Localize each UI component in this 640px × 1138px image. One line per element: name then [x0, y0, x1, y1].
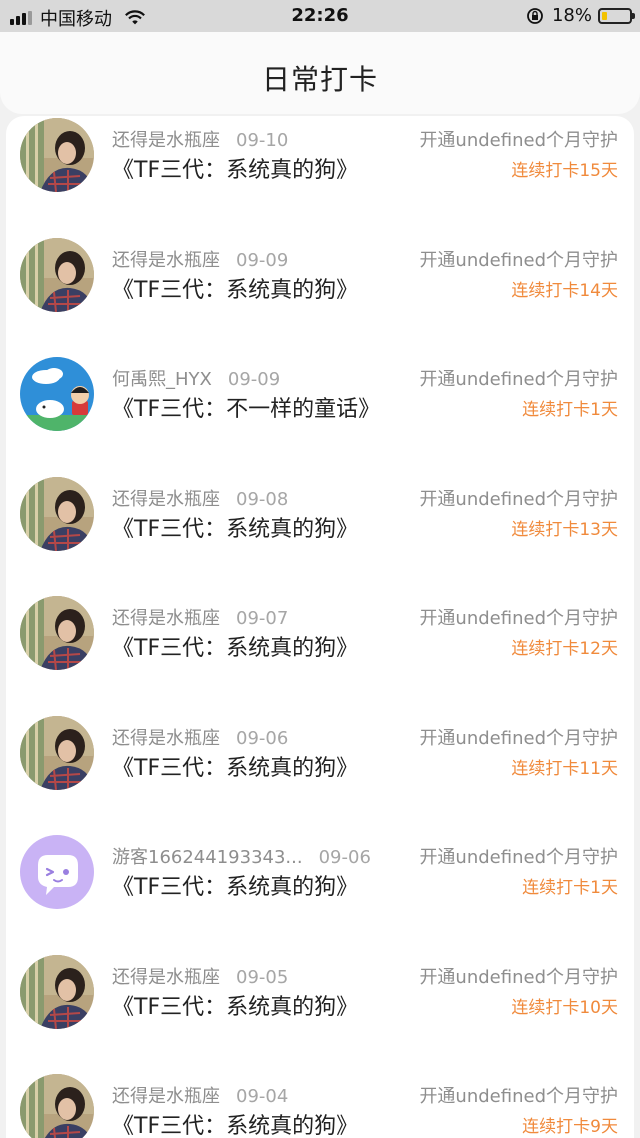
status-bar: 中国移动 22:26 18%	[0, 0, 640, 32]
checkin-item[interactable]: 还得是水瓶座 09-05 《TF三代：系统真的狗》 开通undefined个月守护连续…	[6, 953, 634, 1072]
guard-plan-label: 开通undefined个月守护	[419, 608, 618, 629]
battery-percent: 18%	[551, 5, 592, 26]
username-line: 何禹熙_HYX 09-09	[112, 365, 280, 391]
photo-avatar[interactable]	[20, 716, 94, 790]
checkin-item[interactable]: 还得是水瓶座 09-09 《TF三代：系统真的狗》 开通undefined个月守护连续…	[6, 236, 634, 355]
cartoon-avatar[interactable]	[20, 357, 94, 431]
streak-label: 连续打卡10天	[511, 998, 618, 1018]
username[interactable]: 还得是水瓶座	[112, 967, 220, 988]
username-line: 还得是水瓶座 09-06	[112, 724, 288, 750]
photo-avatar[interactable]	[20, 596, 94, 670]
streak-label: 连续打卡1天	[522, 400, 618, 420]
streak-label: 连续打卡11天	[511, 759, 618, 779]
page-title: 日常打卡	[261, 63, 378, 96]
photo-avatar[interactable]	[20, 238, 94, 312]
streak-label: 连续打卡9天	[522, 1117, 618, 1137]
guard-plan-label: 开通undefined个月守护	[419, 728, 618, 749]
username[interactable]: 还得是水瓶座	[112, 728, 220, 749]
username-line: 还得是水瓶座 09-04	[112, 1082, 288, 1108]
guard-plan-label: 开通undefined个月守护	[419, 130, 618, 151]
username-line: 还得是水瓶座 09-08	[112, 485, 288, 511]
checkin-date: 09-05	[236, 967, 289, 988]
battery-icon	[598, 7, 635, 24]
photo-avatar[interactable]	[20, 955, 94, 1029]
book-title[interactable]: 《TF三代：系统真的狗》	[112, 511, 358, 543]
book-title[interactable]: 《TF三代：系统真的狗》	[112, 869, 358, 901]
checkin-item[interactable]: 还得是水瓶座 09-08 《TF三代：系统真的狗》 开通undefined个月守护连续…	[6, 475, 634, 594]
username-line: 游客166244193343... 09-06	[112, 843, 371, 869]
guard-plan-label: 开通undefined个月守护	[419, 250, 618, 271]
checkin-date: 09-09	[227, 369, 281, 390]
checkin-date: 09-08	[236, 489, 289, 510]
checkin-date: 09-10	[236, 130, 289, 151]
book-title[interactable]: 《TF三代：系统真的狗》	[112, 989, 358, 1021]
book-title[interactable]: 《TF三代：系统真的狗》	[112, 272, 358, 304]
checkin-item[interactable]: 游客166244193343... 09-06 《TF三代：系统真的狗》 开通unde…	[6, 833, 634, 952]
checkin-item[interactable]: 还得是水瓶座 09-07 《TF三代：系统真的狗》 开通undefined个月守护连续…	[6, 594, 634, 713]
username[interactable]: 游客166244193343...	[112, 847, 303, 868]
guard-plan-label: 开通undefined个月守护	[419, 1086, 618, 1107]
username[interactable]: 还得是水瓶座	[112, 130, 220, 151]
checkin-date: 09-06	[236, 728, 289, 749]
photo-avatar[interactable]	[20, 1074, 94, 1138]
book-title[interactable]: 《TF三代：系统真的狗》	[112, 1108, 358, 1138]
book-title[interactable]: 《TF三代：系统真的狗》	[112, 750, 358, 782]
checkin-list[interactable]: 还得是水瓶座 09-10 《TF三代：系统真的狗》 开通undefined个月守护 连续…	[6, 116, 634, 1138]
streak-label: 连续打卡15天	[511, 161, 618, 181]
screen: 中国移动 22:26 18% 日常打卡 还得是水瓶座 09-10 《TF三代：系统真…	[0, 0, 640, 1138]
checkin-item[interactable]: 还得是水瓶座 09-10 《TF三代：系统真的狗》 开通undefined个月守护连续…	[6, 116, 634, 235]
checkin-date: 09-09	[236, 250, 289, 271]
username-line: 还得是水瓶座 09-09	[112, 246, 288, 272]
rotation-lock-icon	[527, 7, 543, 24]
streak-label: 连续打卡12天	[511, 639, 618, 659]
username[interactable]: 何禹熙_HYX	[112, 369, 212, 390]
guard-plan-label: 开通undefined个月守护	[419, 967, 618, 988]
guard-plan-label: 开通undefined个月守护	[419, 489, 618, 510]
checkin-item[interactable]: 还得是水瓶座 09-06 《TF三代：系统真的狗》 开通undefined个月守护连续…	[6, 714, 634, 833]
streak-label: 连续打卡1天	[522, 878, 618, 898]
photo-avatar[interactable]	[20, 118, 94, 192]
username-line: 还得是水瓶座 09-07	[112, 604, 288, 630]
photo-avatar[interactable]	[20, 477, 94, 551]
streak-label: 连续打卡14天	[511, 281, 618, 301]
checkin-item[interactable]: 何禹熙_HYX 09-09 《TF三代：不一样的童话》 开通undefined个月守护…	[6, 355, 634, 474]
username[interactable]: 还得是水瓶座	[112, 489, 220, 510]
book-title[interactable]: 《TF三代：系统真的狗》	[112, 630, 358, 662]
book-title[interactable]: 《TF三代：系统真的狗》	[112, 152, 358, 184]
checkin-date: 09-07	[236, 608, 289, 629]
username[interactable]: 还得是水瓶座	[112, 608, 220, 629]
checkin-item[interactable]: 还得是水瓶座 09-04 《TF三代：系统真的狗》 开通undefined个月守护连续…	[6, 1072, 634, 1138]
username[interactable]: 还得是水瓶座	[112, 1086, 220, 1107]
username[interactable]: 还得是水瓶座	[112, 250, 220, 271]
username-line: 还得是水瓶座 09-05	[112, 963, 288, 989]
guest-avatar[interactable]	[20, 835, 94, 909]
header: 日常打卡	[0, 32, 640, 114]
streak-label: 连续打卡13天	[511, 520, 618, 540]
guard-plan-label: 开通undefined个月守护	[419, 369, 618, 390]
username-line: 还得是水瓶座 09-10	[112, 126, 288, 152]
guard-plan-label: 开通undefined个月守护	[419, 847, 618, 868]
status-right: 18%	[526, 5, 635, 26]
checkin-date: 09-06	[318, 847, 371, 868]
book-title[interactable]: 《TF三代：不一样的童话》	[112, 391, 380, 423]
checkin-date: 09-04	[236, 1086, 289, 1107]
